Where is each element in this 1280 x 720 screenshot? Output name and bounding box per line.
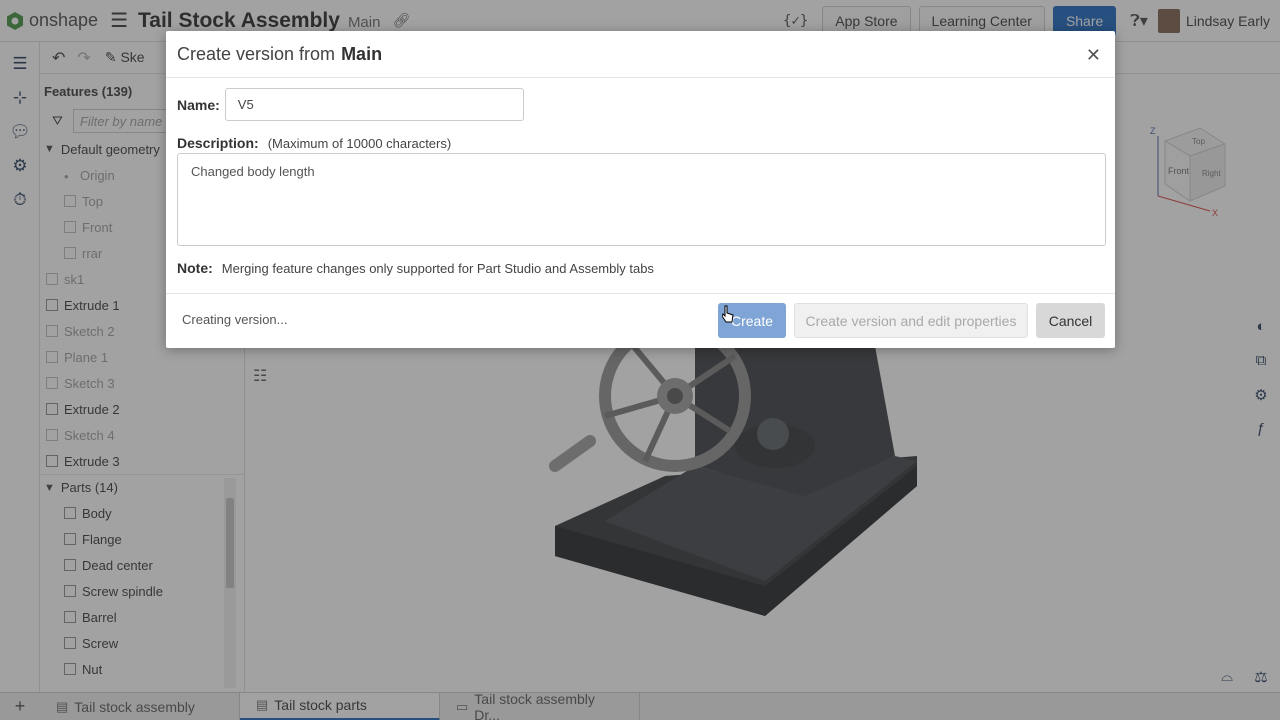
create-version-dialog: Create version from Main ✕ Name: V5 Desc… (166, 31, 1115, 348)
name-row: Name: V5 (177, 88, 524, 121)
description-textarea[interactable]: Changed body length (177, 153, 1106, 246)
status-text: Creating version... (182, 312, 288, 327)
description-row: Description: (Maximum of 10000 character… (177, 135, 451, 151)
name-label: Name: (177, 96, 220, 113)
dialog-footer: Creating version... Create Create versio… (166, 293, 1115, 348)
note-text: Merging feature changes only supported f… (221, 260, 654, 276)
onshape-app: onshape ☰ Tail Stock Assembly Main 🔗︎ {✓… (0, 0, 1280, 720)
version-name-input[interactable]: V5 (224, 88, 524, 121)
mouse-cursor-icon (722, 305, 734, 323)
close-icon[interactable]: ✕ (1086, 45, 1101, 66)
dialog-title-branch: Main (341, 43, 383, 64)
dialog-title: Create version from (177, 43, 336, 64)
description-hint: (Maximum of 10000 characters) (267, 135, 452, 151)
description-label: Description: (177, 135, 259, 151)
note-label: Note: (177, 260, 213, 276)
note-row: Note: Merging feature changes only suppo… (177, 260, 654, 276)
cancel-button[interactable]: Cancel (1036, 303, 1105, 338)
create-and-edit-button[interactable]: Create version and edit properties (794, 303, 1028, 338)
dialog-header: Create version from Main (166, 31, 1115, 78)
